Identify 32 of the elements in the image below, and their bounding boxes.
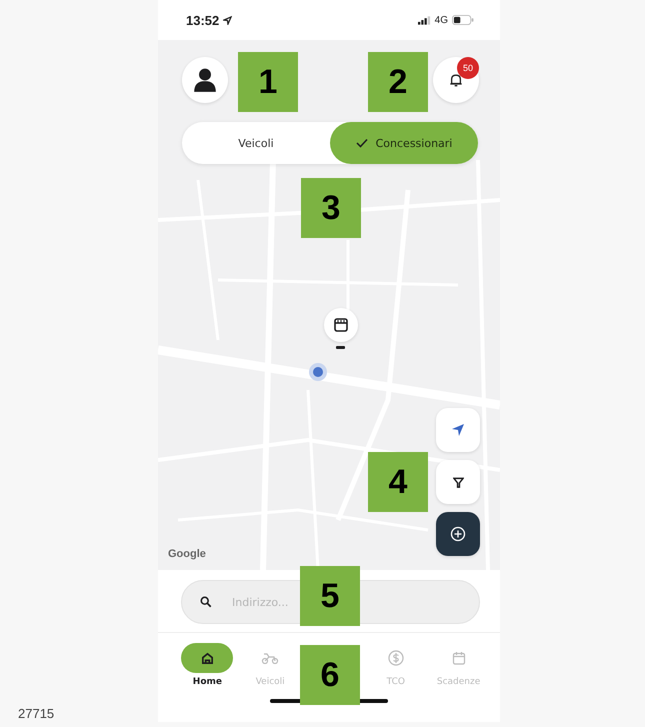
locate-button[interactable] — [436, 408, 480, 452]
map-attribution: Google — [168, 548, 206, 560]
location-dot-icon — [308, 362, 328, 382]
search-icon — [200, 596, 212, 608]
check-icon — [356, 138, 368, 148]
number-callout: 2 — [368, 52, 428, 112]
segment-tab[interactable]: Concessionari — [330, 122, 478, 164]
number-callout: 4 — [368, 452, 428, 512]
number-callout: 1 — [238, 52, 298, 112]
marker-pointer — [336, 346, 345, 349]
number-callout: 3 — [301, 178, 361, 238]
signal-icon — [418, 16, 431, 24]
network-type: 4G — [434, 14, 448, 26]
dollar-coin-icon — [388, 650, 404, 666]
status-time: 13:52 — [186, 12, 220, 28]
battery-icon — [452, 15, 474, 25]
figure-number: 27715 — [18, 706, 54, 721]
navigation-arrow-icon — [451, 423, 465, 437]
add-button[interactable] — [436, 512, 480, 556]
filter-icon — [452, 476, 464, 488]
store-icon — [333, 317, 349, 333]
location-arrow-icon — [223, 16, 232, 24]
motorbike-icon — [261, 652, 280, 664]
person-icon — [192, 67, 218, 93]
segment-tab[interactable]: Veicoli — [182, 122, 330, 164]
calendar-icon — [452, 651, 466, 665]
filter-button[interactable] — [436, 460, 480, 504]
home-icon — [200, 652, 214, 664]
plus-circle-icon — [450, 526, 466, 542]
number-callout: 6 — [300, 645, 360, 705]
number-callout: 5 — [300, 566, 360, 626]
bell-icon — [449, 73, 463, 87]
